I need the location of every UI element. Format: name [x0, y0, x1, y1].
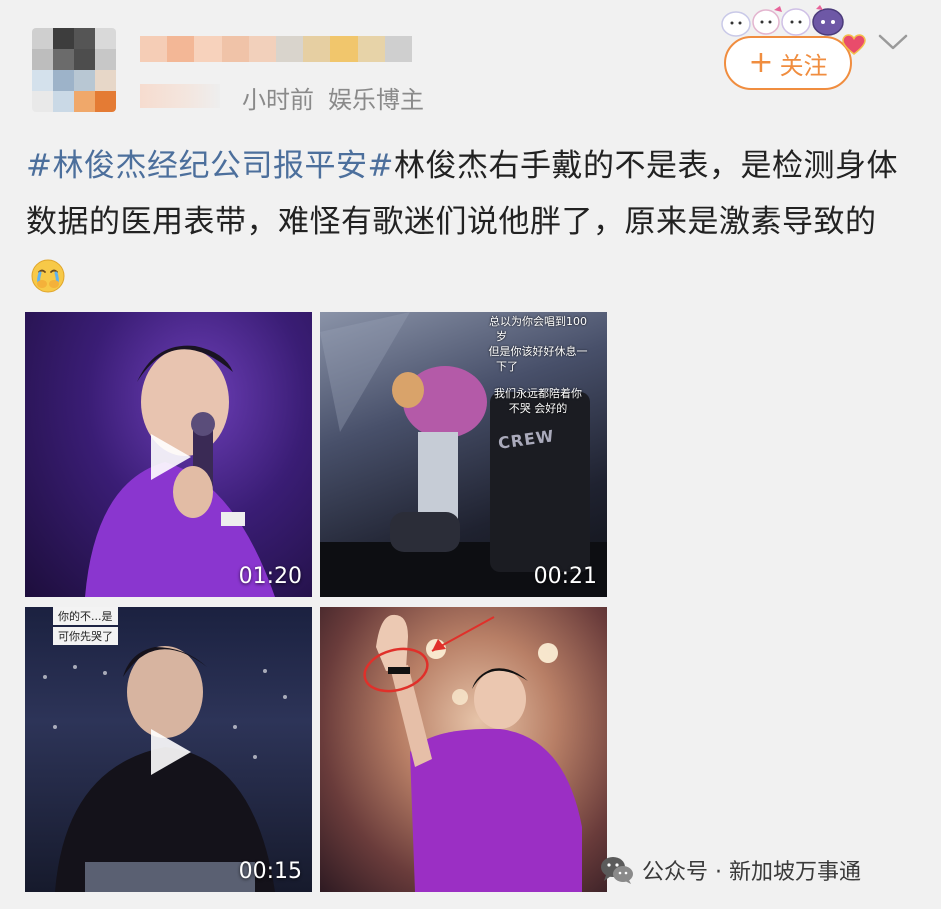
author-category: 娱乐博主: [328, 86, 424, 114]
subtitle-line: 不哭 会好的: [508, 402, 568, 415]
post-text: #林俊杰经纪公司报平安#林俊杰右手戴的不是表，是检测身体数据的医用表带，难怪有歌…: [26, 138, 916, 306]
avatar[interactable]: [32, 28, 116, 112]
watermark-text: 公众号 · 新加坡万事通: [642, 860, 861, 885]
plus-icon: +: [748, 45, 774, 80]
video-thumbnail-3[interactable]: 你的不...是 可你先哭了 00:15: [25, 607, 312, 892]
post-meta: 小时前 娱乐博主: [242, 80, 438, 115]
wechat-icon: [601, 857, 633, 884]
video-thumbnail-2[interactable]: 总以为你会唱到100 岁 但是你该好好休息一 下了 我们永远都陪着你 不哭 会好…: [320, 312, 607, 597]
wechat-watermark: 公众号 · 新加坡万事通: [600, 854, 861, 886]
weibo-post-screen: 小时前 娱乐博主 + 关注 #林俊杰经纪公司报平安#林俊杰右手戴的不是表，是检测身…: [0, 0, 941, 909]
caption-tag: 可你先哭了: [53, 627, 118, 645]
crying-face-emoji: [31, 259, 65, 293]
caption-tag: 你的不...是: [53, 607, 118, 625]
video-duration: 00:21: [533, 564, 597, 589]
play-icon: [151, 729, 191, 775]
post-time: 小时前: [242, 86, 314, 114]
subtitle-line: 总以为你会唱到100: [489, 315, 587, 328]
subtitle-line: 岁: [496, 330, 507, 343]
subtitle-line: 我们永远都陪着你: [494, 387, 582, 400]
subtitle-line: 但是你该好好休息一: [488, 345, 588, 358]
follow-button[interactable]: + 关注: [724, 36, 852, 90]
video-subtitles: 总以为你会唱到100 岁 但是你该好好休息一 下了 我们永远都陪着你 不哭 会好…: [482, 314, 594, 416]
chevron-down-icon[interactable]: [876, 30, 910, 54]
time-blurred: [140, 84, 220, 108]
heart-badge-icon: [842, 34, 866, 55]
waving-photo: [363, 614, 582, 892]
image-thumbnail-4[interactable]: [320, 607, 607, 892]
video-thumbnail-1[interactable]: 01:20: [25, 312, 312, 597]
username-blurred[interactable]: [140, 36, 413, 62]
video-duration: 00:15: [238, 859, 302, 884]
video-caption-tags: 你的不...是 可你先哭了: [53, 607, 118, 645]
subtitle-line: 下了: [496, 360, 518, 373]
play-icon: [151, 434, 191, 480]
follow-label: 关注: [779, 51, 828, 80]
hashtag-link[interactable]: #林俊杰经纪公司报平安#: [26, 148, 394, 184]
video-duration: 01:20: [238, 564, 302, 589]
